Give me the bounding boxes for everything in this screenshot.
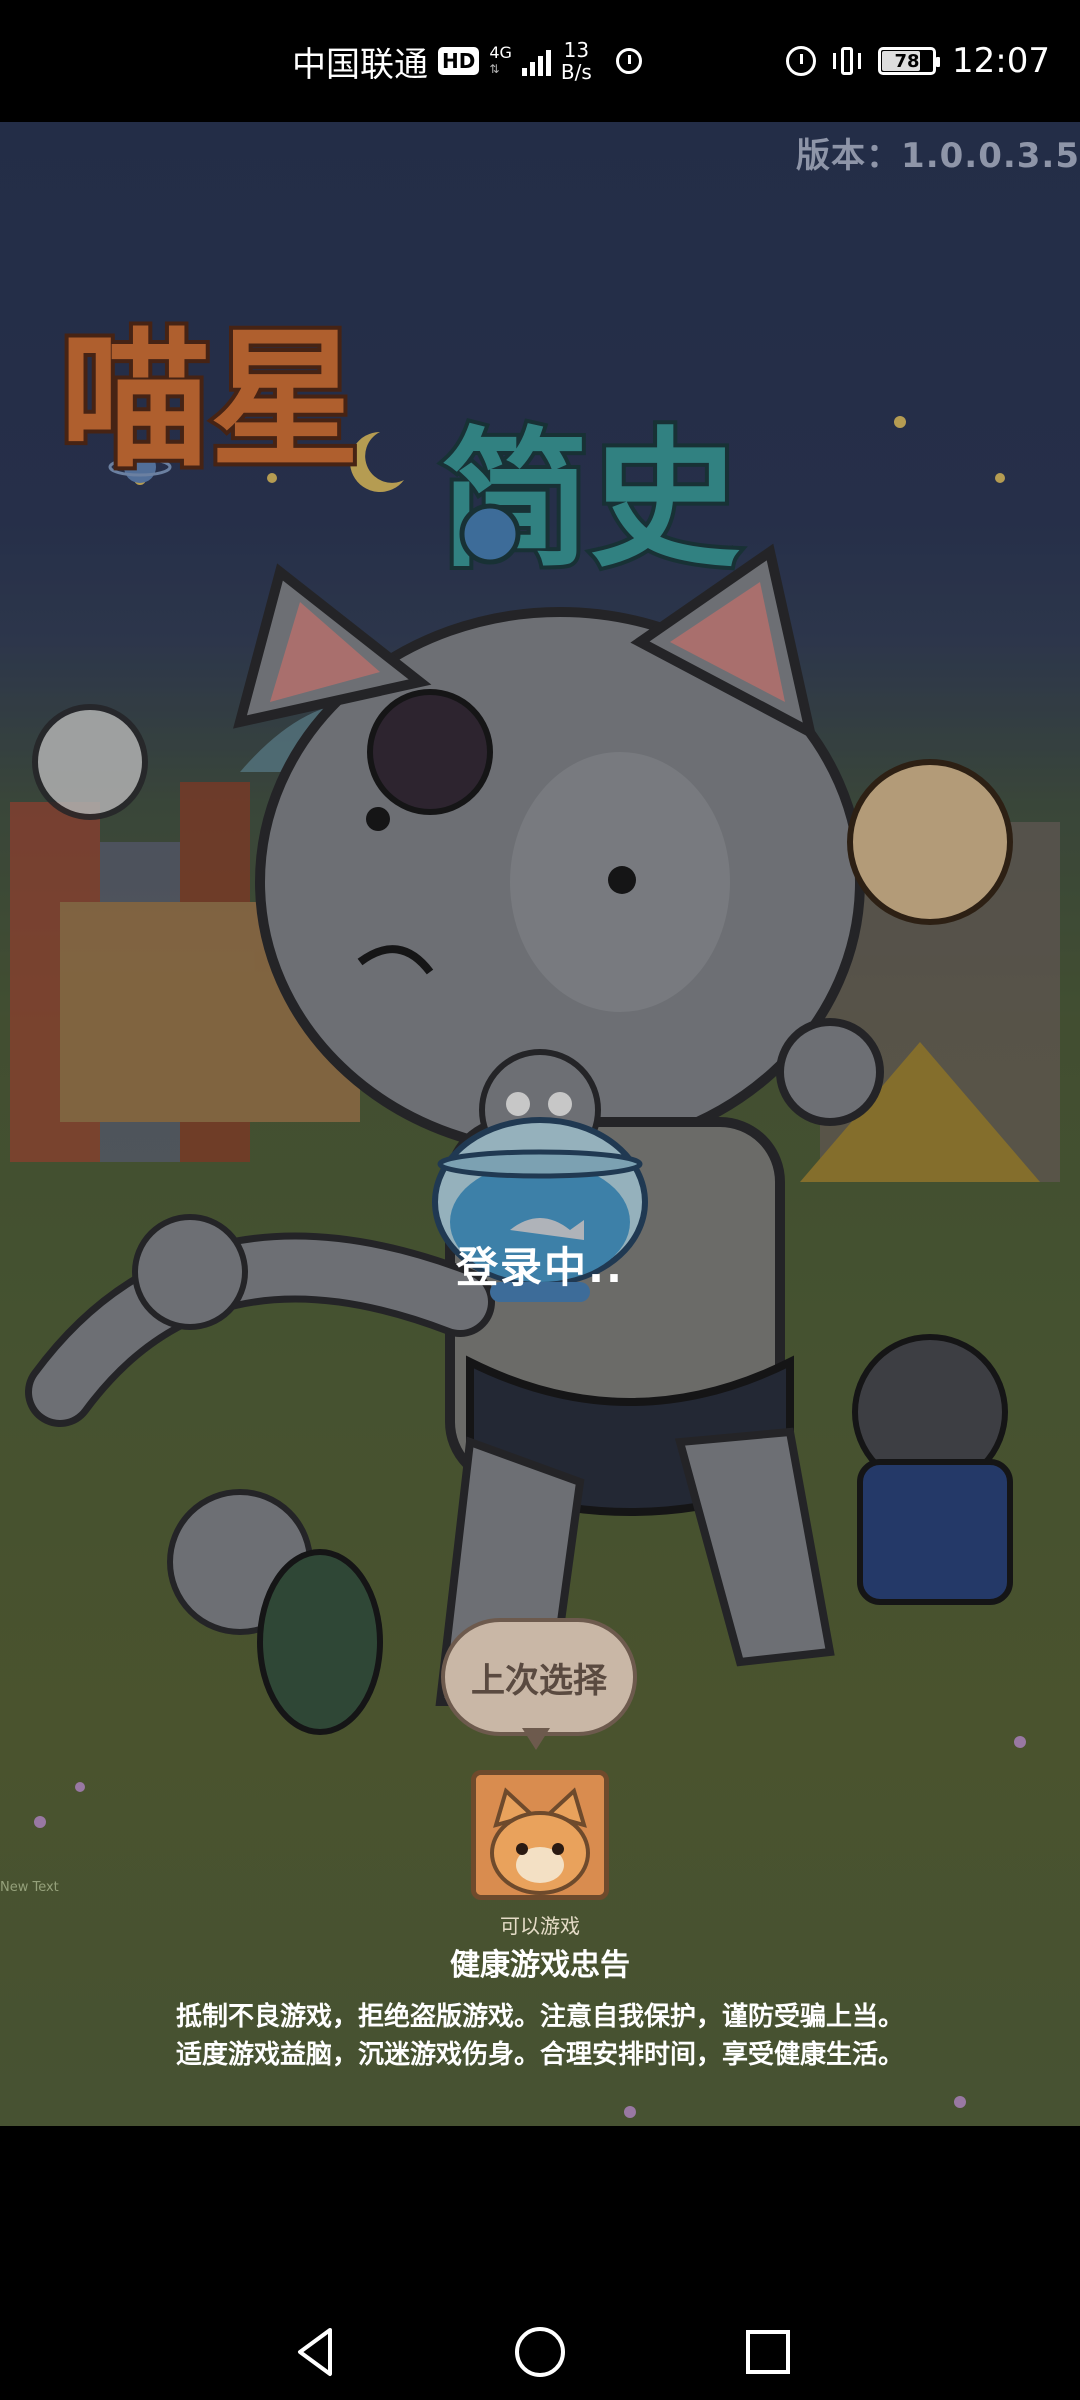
last-choice-label: 上次选择 xyxy=(471,1660,607,1701)
speed-unit: B/s xyxy=(560,60,592,84)
home-icon[interactable] xyxy=(510,2322,570,2382)
svg-text:喵星: 喵星 xyxy=(60,314,360,488)
battery-level: 78 xyxy=(894,50,920,72)
cat-avatar-icon xyxy=(476,1775,604,1895)
carrier-name: 中国联通 xyxy=(292,44,428,85)
back-icon[interactable] xyxy=(286,2322,346,2382)
bubble-tail xyxy=(522,1728,550,1750)
game-splash-screen[interactable]: 喵星 简史 版本：1.0.0.3.5 登录中.. 上次选择 可以游戏 New T… xyxy=(0,122,1080,2126)
navigation-bar xyxy=(0,2126,1080,2400)
status-right: 78 12:07 xyxy=(786,36,1050,86)
network-speed: 13 B/s xyxy=(561,39,592,83)
server-avatar-button[interactable] xyxy=(471,1770,609,1900)
hd-badge: HD xyxy=(438,47,480,75)
health-notice-line-2: 适度游戏益脑，沉迷游戏伤身。合理安排时间，享受健康生活。 xyxy=(175,2040,904,2070)
vibrate-icon xyxy=(832,45,862,77)
health-notice-line-1: 抵制不良游戏，拒绝盗版游戏。注意自我保护，谨防受骗上当。 xyxy=(175,2002,904,2032)
debug-text: New Text xyxy=(0,1880,59,1895)
clock: 12:07 xyxy=(952,41,1050,81)
network-type-label: 4G xyxy=(489,43,512,62)
timer-icon xyxy=(615,48,642,74)
title-logo: 喵星 简史 xyxy=(56,310,744,592)
avatar-caption: 可以游戏 xyxy=(500,1914,580,1938)
status-bar: 中国联通 HD 4G ⇅ 13 B/s 78 12:07 xyxy=(0,0,1080,122)
version-label: 版本：1.0.0.3.5 xyxy=(796,136,1080,176)
signal-icon xyxy=(521,46,551,76)
recent-apps-icon[interactable] xyxy=(738,2322,798,2382)
health-notice-title: 健康游戏忠告 xyxy=(450,1948,630,1983)
network-arrows-icon: ⇅ xyxy=(489,62,500,76)
battery-icon: 78 xyxy=(878,47,941,75)
status-left: 中国联通 HD 4G ⇅ 13 B/s xyxy=(292,36,642,86)
last-choice-bubble[interactable]: 上次选择 xyxy=(441,1618,637,1736)
loading-status-text: 登录中.. xyxy=(456,1243,624,1292)
alarm-icon xyxy=(786,46,817,76)
network-type: 4G ⇅ xyxy=(489,45,512,77)
speed-value: 13 xyxy=(563,38,590,62)
